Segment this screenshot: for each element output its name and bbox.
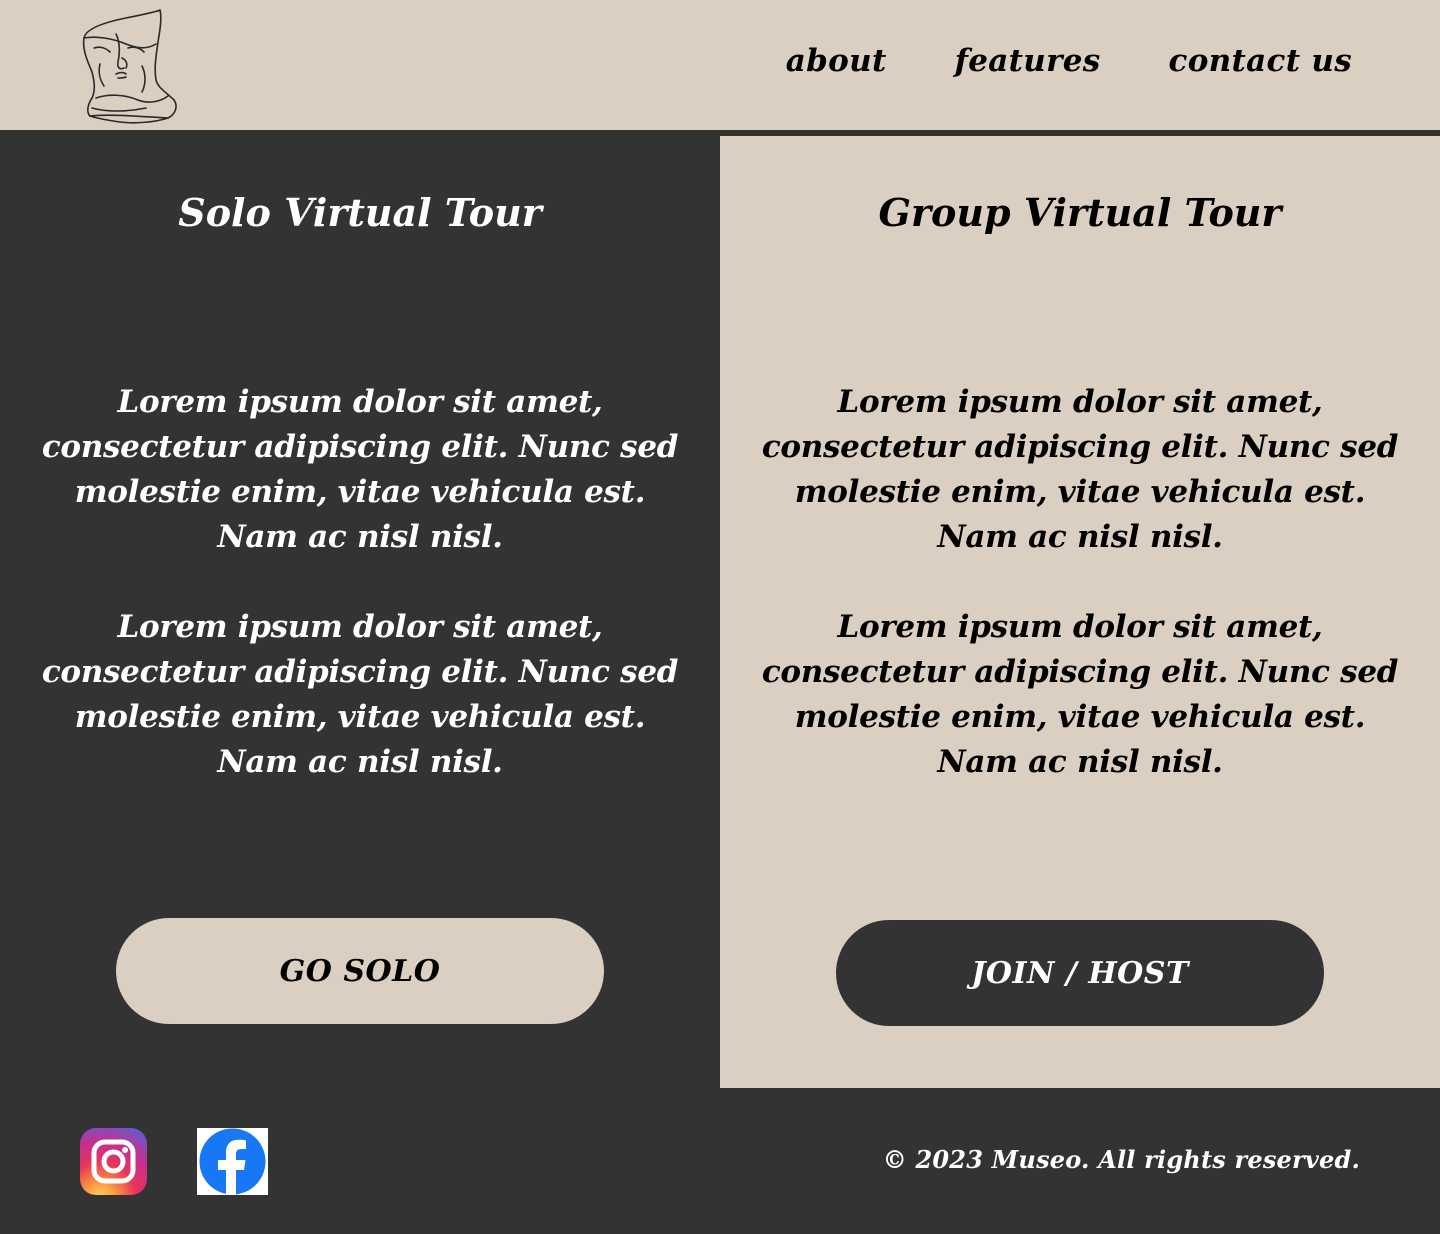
site-header: about features contact us (0, 0, 1440, 130)
site-footer: © 2023 Museo. All rights reserved. (0, 1088, 1440, 1234)
group-tour-title: Group Virtual Tour (878, 190, 1282, 235)
instagram-icon[interactable] (80, 1128, 147, 1195)
go-solo-button[interactable]: GO SOLO (116, 918, 604, 1024)
group-paragraph: Lorem ipsum dolor sit amet, consectetur … (761, 384, 1399, 555)
copyright-text: © 2023 Museo. All rights reserved. (882, 1145, 1360, 1174)
nav-link-features[interactable]: features (955, 44, 1101, 78)
solo-tour-title: Solo Virtual Tour (178, 190, 542, 235)
solo-tour-description: Lorem ipsum dolor sit amet, consectetur … (30, 380, 690, 785)
sculpture-head-logo-icon[interactable] (76, 8, 180, 126)
group-tour-panel: Group Virtual Tour Lorem ipsum dolor sit… (720, 136, 1440, 1088)
nav-link-about[interactable]: about (786, 44, 887, 78)
solo-paragraph: Lorem ipsum dolor sit amet, consectetur … (41, 384, 679, 555)
solo-paragraph: Lorem ipsum dolor sit amet, consectetur … (41, 609, 679, 780)
group-tour-description: Lorem ipsum dolor sit amet, consectetur … (750, 380, 1410, 785)
nav-link-contact-us[interactable]: contact us (1169, 44, 1352, 78)
facebook-icon[interactable] (197, 1128, 268, 1195)
solo-tour-panel: Solo Virtual Tour Lorem ipsum dolor sit … (0, 136, 720, 1088)
group-paragraph: Lorem ipsum dolor sit amet, consectetur … (761, 609, 1399, 780)
main-nav: about features contact us (786, 44, 1352, 78)
join-host-button[interactable]: JOIN / HOST (836, 920, 1324, 1026)
